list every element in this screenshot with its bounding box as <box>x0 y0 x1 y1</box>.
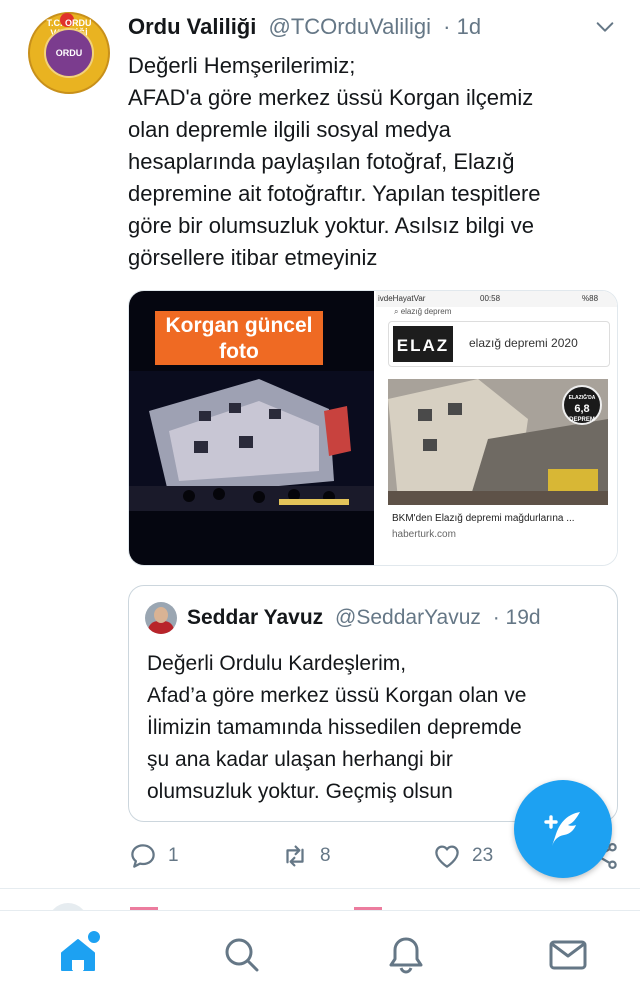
reply-icon <box>131 844 155 868</box>
quoted-author-handle[interactable]: @SeddarYavuz <box>335 606 481 629</box>
like-count: 23 <box>472 845 494 866</box>
quoted-tweet-time: · 19d <box>492 606 541 629</box>
author-name[interactable]: Ordu Valiliği <box>128 14 256 39</box>
tweet-text-line: Değerli Hemşerilerimiz; <box>128 53 356 78</box>
like-button[interactable]: 23 <box>432 838 493 874</box>
tweet-text-line: göre bir olumsuzluk yoktur. Asılsız bilg… <box>128 213 534 238</box>
bottom-tab-bar <box>0 910 640 1001</box>
tweet[interactable]: T.C. ORDU VALİLİĞİ ORDU Ordu Valiliği @T… <box>0 0 640 888</box>
tweet-media[interactable]: Korgan güncel foto ivdeHayatVar 00:58 %8… <box>128 290 618 566</box>
compose-icon <box>544 812 580 846</box>
earthquake-photo: ELAZIĞ'DA 6,8 DEPREM <box>388 379 608 505</box>
embedded-search-query: elazığ deprem <box>400 307 452 316</box>
avatar-logo-text: ORDU <box>44 28 94 78</box>
news-title: BKM'den Elazığ depremi mağdurlarına ... <box>392 513 575 524</box>
quoted-author-name[interactable]: Seddar Yavuz <box>187 606 323 629</box>
tweet-time[interactable]: · 1d <box>443 14 481 39</box>
magnitude-bottom-text: DEPREM <box>569 417 595 423</box>
tweet-text-line: olan depremle ilgili sosyal medya <box>128 117 451 142</box>
magnitude-badge: ELAZIĞ'DA 6,8 DEPREM <box>562 385 602 425</box>
quoted-text-line: İlimizin tamamında hissedilen depremde <box>147 716 522 739</box>
card-thumbnail: ELAZ <box>393 326 453 362</box>
embedded-result-card: ELAZ elazığ depremi 2020 <box>388 321 610 367</box>
tweet-text: Değerli Hemşerilerimiz; AFAD'a göre merk… <box>128 50 608 274</box>
heart-icon <box>435 845 459 868</box>
tweet-text-line: AFAD'a göre merkez üssü Korgan ilçemiz <box>128 85 534 110</box>
tab-home[interactable] <box>56 929 102 977</box>
retweet-button[interactable]: 8 <box>280 838 331 874</box>
chevron-down-icon[interactable] <box>594 16 616 38</box>
home-new-indicator <box>86 929 102 945</box>
tweet-text-line: görsellere itibar etmeyiniz <box>128 245 378 270</box>
status-time: 00:58 <box>480 294 501 303</box>
avatar-face <box>154 607 168 623</box>
bell-icon <box>389 937 423 974</box>
embedded-search-row: ⌕ elazığ deprem <box>394 307 604 319</box>
embedded-search-icon: ⌕ <box>394 307 401 316</box>
next-tweet-peek <box>0 889 640 911</box>
compose-tweet-button[interactable] <box>514 780 612 878</box>
quoted-author-avatar[interactable] <box>145 602 177 634</box>
collapsed-building-photo <box>129 371 374 511</box>
quoted-tweet-header: Seddar Yavuz @SeddarYavuz · 19d <box>187 606 541 630</box>
tweet-text-line: hesaplarında paylaşılan fotoğraf, Elazığ <box>128 149 515 174</box>
quoted-text-line: Değerli Ordulu Kardeşlerim, <box>147 652 407 675</box>
tweet-text-line: depremine ait fotoğraftır. Yapılan tespi… <box>128 181 541 206</box>
mail-icon <box>549 940 587 970</box>
status-carrier: ivdeHayatVar <box>378 294 426 303</box>
tab-search[interactable] <box>220 933 264 977</box>
news-domain: haberturk.com <box>392 529 456 540</box>
media-image-right[interactable]: ivdeHayatVar 00:58 %88 ⌕ elazığ deprem E… <box>376 291 617 565</box>
tab-messages[interactable] <box>546 933 590 977</box>
quoted-text-line: şu ana kadar ulaşan herhangi bir <box>147 748 453 771</box>
reply-count: 1 <box>168 845 179 866</box>
tab-notifications[interactable] <box>384 933 428 977</box>
status-battery: %88 <box>582 294 599 303</box>
author-handle[interactable]: @TCOrduValiligi <box>268 14 431 39</box>
phone-status-bar: ivdeHayatVar 00:58 %88 <box>376 291 617 307</box>
tweet-header: Ordu Valiliği @TCOrduValiligi · 1d <box>128 14 481 40</box>
quoted-text-line: Afad’a göre merkez üssü Korgan olan ve <box>147 684 527 707</box>
card-title: elazığ depremi 2020 <box>469 336 578 350</box>
quoted-tweet-text: Değerli Ordulu Kardeşlerim, Afad’a göre … <box>147 648 607 808</box>
retweet-icon <box>286 845 304 867</box>
media-image-left[interactable]: Korgan güncel foto <box>129 291 374 565</box>
magnitude-value: 6,8 <box>574 403 590 415</box>
retweet-count: 8 <box>320 845 331 866</box>
search-icon <box>225 938 259 972</box>
reply-button[interactable]: 1 <box>128 838 179 874</box>
author-avatar[interactable]: T.C. ORDU VALİLİĞİ ORDU <box>28 12 110 94</box>
